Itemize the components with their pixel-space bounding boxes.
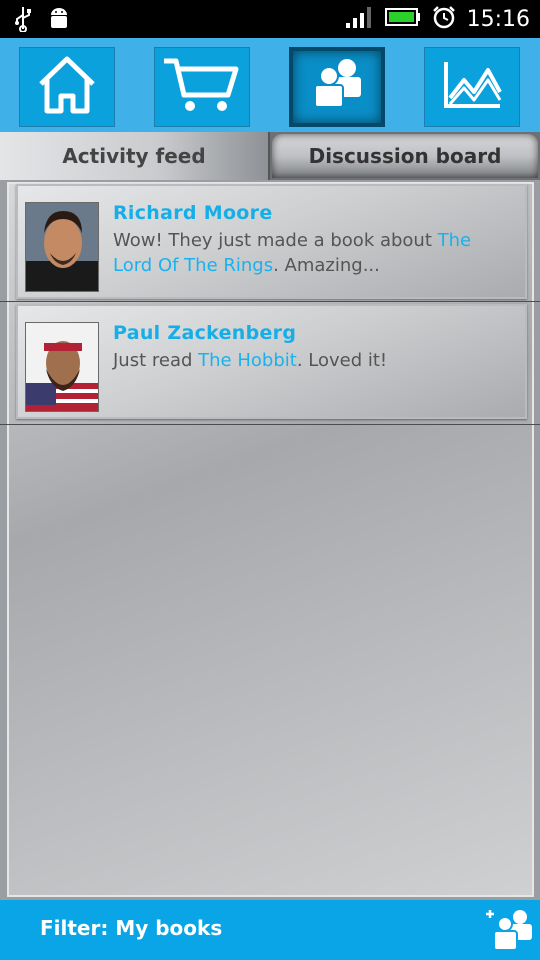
post-text-end: . Amazing... <box>273 255 380 276</box>
post-text: Wow! They just made a book about <box>113 230 438 251</box>
add-friends-icon <box>486 910 534 956</box>
friends-icon <box>307 57 367 117</box>
top-nav <box>0 38 540 132</box>
list-item[interactable]: Richard Moore Wow! They just made a book… <box>16 184 527 299</box>
bottom-bar: Filter: My books <box>0 900 540 960</box>
android-debug-icon <box>48 6 70 36</box>
home-icon <box>35 54 99 120</box>
tab-activity-feed[interactable]: Activity feed <box>0 132 270 180</box>
tab-discussion-board-label: Discussion board <box>308 144 502 168</box>
list-item[interactable]: Paul Zackenberg Just read The Hobbit. Lo… <box>16 304 527 419</box>
tab-bar: Activity feed Discussion board <box>0 132 540 180</box>
battery-icon <box>384 7 421 31</box>
divider <box>0 301 540 302</box>
stats-icon <box>440 60 504 114</box>
discussion-list[interactable]: Richard Moore Wow! They just made a book… <box>7 182 534 897</box>
signal-icon <box>345 5 375 33</box>
clock: 15:16 <box>466 6 530 32</box>
post-message: Wow! They just made a book about The Lor… <box>113 228 508 278</box>
nav-home-button[interactable] <box>19 47 115 127</box>
status-bar: 15:16 <box>0 0 540 38</box>
add-friends-button[interactable] <box>486 908 534 956</box>
cart-icon <box>162 55 242 119</box>
nav-friends-button[interactable] <box>289 47 385 127</box>
book-link[interactable]: The Hobbit <box>198 350 297 371</box>
nav-stats-button[interactable] <box>424 47 520 127</box>
post-author[interactable]: Richard Moore <box>113 202 273 224</box>
post-message: Just read The Hobbit. Loved it! <box>113 348 508 373</box>
divider <box>0 424 540 425</box>
post-text-end: . Loved it! <box>296 350 388 371</box>
tab-discussion-board[interactable]: Discussion board <box>272 134 538 178</box>
filter-button[interactable]: Filter: My books <box>40 916 222 940</box>
nav-cart-button[interactable] <box>154 47 250 127</box>
post-text: Just read <box>113 350 199 371</box>
post-author[interactable]: Paul Zackenberg <box>113 322 296 344</box>
avatar <box>25 202 99 292</box>
avatar <box>25 322 99 412</box>
alarm-icon <box>431 4 457 34</box>
usb-icon <box>12 6 34 36</box>
tab-activity-feed-label: Activity feed <box>62 144 206 168</box>
